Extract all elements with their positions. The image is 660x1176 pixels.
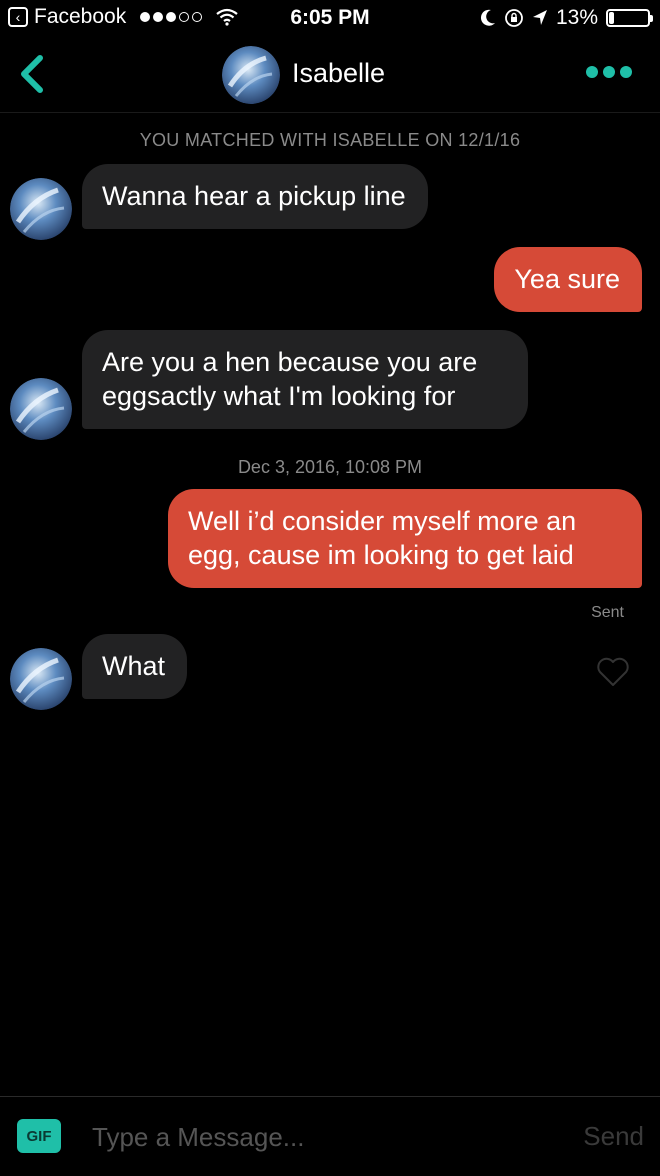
nav-bar: Isabelle (0, 36, 660, 113)
gif-button[interactable]: GIF (17, 1119, 61, 1153)
avatar[interactable] (10, 178, 72, 240)
message-composer: GIF Send (0, 1096, 660, 1176)
match-notice: YOU MATCHED WITH ISABELLE ON 12/1/16 (139, 130, 521, 150)
avatar[interactable] (10, 378, 72, 440)
message-bubble-outgoing[interactable]: Yea sure (494, 247, 642, 312)
heart-icon[interactable] (596, 657, 630, 687)
message-input[interactable] (92, 1117, 552, 1157)
status-right: 13% (480, 6, 653, 30)
status-bar: ‹ Facebook 6:05 PM 13% (0, 0, 660, 36)
more-dot-icon (603, 66, 615, 78)
more-options-button[interactable] (586, 66, 632, 78)
message-bubble-incoming[interactable]: What (82, 634, 188, 699)
back-button[interactable] (14, 54, 50, 94)
location-icon (532, 10, 547, 25)
contact-avatar[interactable] (222, 46, 280, 104)
moon-icon (480, 9, 495, 26)
timestamp: Dec 3, 2016, 10:08 PM (237, 457, 423, 477)
contact-name[interactable]: Isabelle (292, 58, 385, 89)
avatar[interactable] (10, 648, 72, 710)
more-dot-icon (586, 66, 598, 78)
rotation-lock-icon (505, 9, 523, 27)
battery-percent: 13% (555, 6, 598, 29)
send-button[interactable]: Send (583, 1121, 644, 1152)
more-dot-icon (620, 66, 632, 78)
message-bubble-outgoing[interactable]: Well i’d consider myself more an egg, ca… (168, 489, 642, 588)
message-bubble-incoming[interactable]: Are you a hen because you are eggsactly … (82, 330, 528, 429)
message-bubble-incoming[interactable]: Wanna hear a pickup line (82, 164, 428, 229)
battery-icon (606, 9, 653, 27)
sent-status: Sent (591, 604, 624, 621)
